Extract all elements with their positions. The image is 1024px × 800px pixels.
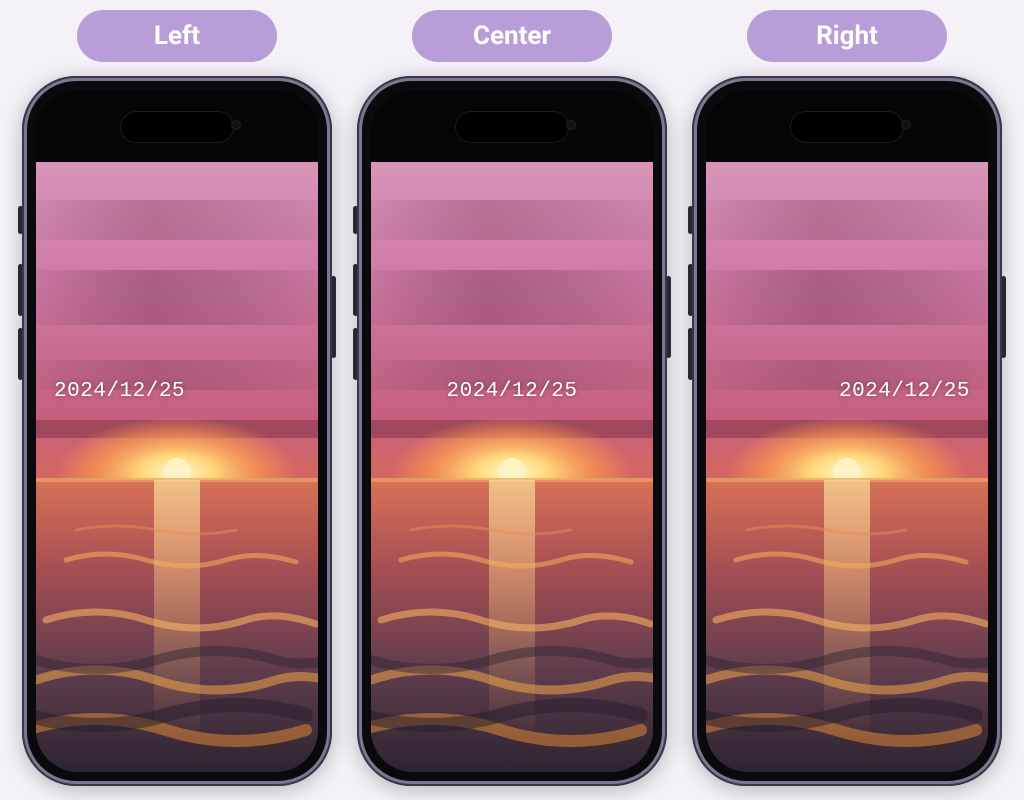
alignment-pill-left[interactable]: Left [77, 10, 277, 62]
phone-screen: 2024/12/25 [36, 90, 318, 772]
phone-mockup-right: 2024/12/25 [692, 76, 1002, 786]
alignment-pill-center[interactable]: Center [412, 10, 612, 62]
front-camera-icon [231, 120, 241, 130]
phone-mockup-center: 2024/12/25 [357, 76, 667, 786]
sunset-wallpaper [706, 160, 988, 772]
phone-frame: 2024/12/25 [22, 76, 332, 786]
phone-screen: 2024/12/25 [371, 90, 653, 772]
sunset-wallpaper [371, 160, 653, 772]
phone-frame: 2024/12/25 [692, 76, 1002, 786]
sunset-wallpaper [36, 160, 318, 772]
dynamic-island-icon [121, 112, 233, 142]
alignment-pill-right[interactable]: Right [747, 10, 947, 62]
phone-mockup-left: 2024/12/25 [22, 76, 332, 786]
dynamic-island-icon [456, 112, 568, 142]
alignment-option-right: Right 2024/12/25 [692, 10, 1002, 786]
alignment-option-left: Left 2024/12/25 [22, 10, 332, 786]
alignment-option-center: Center 2024/12/25 [357, 10, 667, 786]
dynamic-island-icon [791, 112, 903, 142]
alignment-demo-canvas: Left 2024/12/25 Center [0, 0, 1024, 800]
front-camera-icon [901, 120, 911, 130]
phone-screen: 2024/12/25 [706, 90, 988, 772]
front-camera-icon [566, 120, 576, 130]
phone-frame: 2024/12/25 [357, 76, 667, 786]
